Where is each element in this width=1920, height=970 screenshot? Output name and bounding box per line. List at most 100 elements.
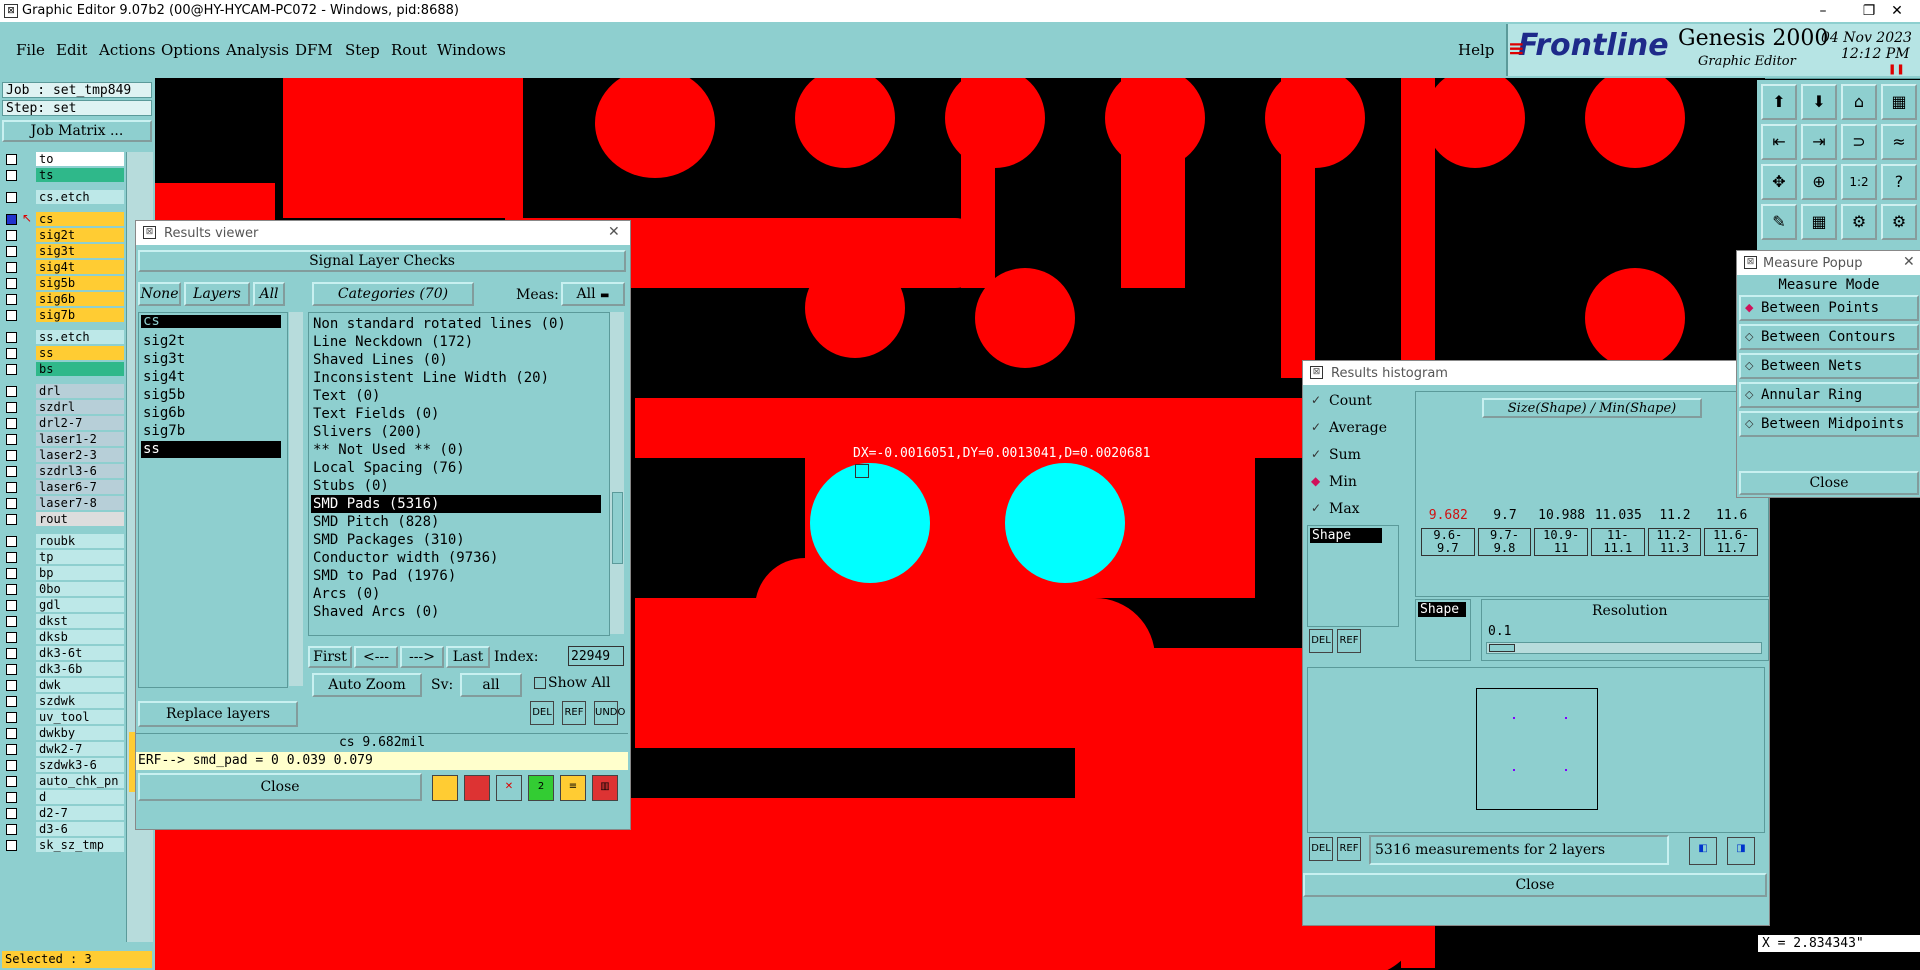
shape-select[interactable]: Shape: [1415, 599, 1471, 661]
layer-name[interactable]: gdl: [36, 598, 124, 612]
layer-row[interactable]: ss.etch: [2, 330, 124, 345]
list-icon[interactable]: ≡: [560, 775, 586, 801]
all-button[interactable]: All: [253, 282, 285, 306]
category-item[interactable]: Text Fields (0): [311, 405, 601, 423]
histogram-option[interactable]: ✓ Sum: [1307, 445, 1407, 467]
layer-checkbox[interactable]: [6, 696, 17, 707]
layers-button[interactable]: Layers: [184, 282, 250, 306]
close-icon[interactable]: ✕: [1903, 254, 1915, 270]
layer-row[interactable]: sk_sz_tmp: [2, 838, 124, 853]
layer-row[interactable]: szdrl3-6: [2, 464, 124, 479]
histogram-option[interactable]: ✓ Max: [1307, 499, 1407, 521]
bin-range[interactable]: 9.6- 9.7: [1421, 528, 1475, 556]
layer-checkbox[interactable]: [6, 792, 17, 803]
prev-button[interactable]: <---: [354, 646, 398, 668]
layer-list[interactable]: to ts cs.etch ↖ cs sig2t sig3t sig4t sig5b sig6b s…: [2, 152, 124, 942]
layer-checkbox[interactable]: [6, 712, 17, 723]
layer-checkbox[interactable]: [6, 600, 17, 611]
replace-layers-select[interactable]: Replace layers: [138, 701, 298, 727]
layer-checkbox[interactable]: [6, 278, 17, 289]
layer-row[interactable]: bp: [2, 566, 124, 581]
layer-name[interactable]: uv_tool: [36, 710, 124, 724]
layer-name[interactable]: roubk: [36, 534, 124, 548]
radio-checked-icon[interactable]: ◆: [1311, 474, 1320, 488]
layer-name[interactable]: laser7-8: [36, 496, 124, 510]
view-tool-button[interactable]: ⌂: [1841, 84, 1877, 120]
layer-row[interactable]: sig6b: [2, 292, 124, 307]
layer-row[interactable]: szdwk: [2, 694, 124, 709]
import-icon[interactable]: ◨: [1727, 837, 1755, 865]
shape-list[interactable]: Shape: [1307, 525, 1399, 627]
results-layer-item[interactable]: sig4t: [141, 369, 281, 386]
layer-row[interactable]: laser1-2: [2, 432, 124, 447]
layer-row[interactable]: sig4t: [2, 260, 124, 275]
results-layer-item[interactable]: sig5b: [141, 387, 281, 404]
view-tool-button[interactable]: ⬆: [1761, 84, 1797, 120]
checkmark-icon[interactable]: ✓: [1311, 447, 1321, 461]
cross-icon[interactable]: ✕: [496, 775, 522, 801]
layer-row[interactable]: auto_chk_pn: [2, 774, 124, 789]
layer-row[interactable]: sig2t: [2, 228, 124, 243]
layer-list-scrollbar[interactable]: [289, 312, 303, 686]
menu-edit[interactable]: Edit: [56, 41, 87, 59]
layer-checkbox[interactable]: [6, 364, 17, 375]
menu-rout[interactable]: Rout: [391, 41, 427, 59]
sv-select[interactable]: all: [460, 673, 522, 697]
histogram-option[interactable]: ✓ Average: [1307, 418, 1407, 440]
layer-name[interactable]: ss.etch: [36, 330, 124, 344]
layer-name[interactable]: d3-6: [36, 822, 124, 836]
close-button[interactable]: Close: [138, 773, 422, 801]
results-layer-item[interactable]: ss: [141, 441, 281, 458]
layer-row[interactable]: d3-6: [2, 822, 124, 837]
category-item[interactable]: Stubs (0): [311, 477, 601, 495]
auto-zoom-select[interactable]: Auto Zoom: [312, 673, 422, 697]
layer-checkbox[interactable]: [6, 466, 17, 477]
category-item[interactable]: SMD to Pad (1976): [311, 567, 601, 585]
layer-checkbox[interactable]: [6, 616, 17, 627]
menu-windows[interactable]: Windows: [437, 41, 506, 59]
menu-file[interactable]: File: [16, 41, 45, 59]
layer-row[interactable]: cs.etch: [2, 190, 124, 205]
layer-name[interactable]: d: [36, 790, 124, 804]
del-icon[interactable]: DEL: [1309, 837, 1333, 861]
results-layer-item[interactable]: sig2t: [141, 333, 281, 350]
results-layer-item[interactable]: sig6b: [141, 405, 281, 422]
category-item[interactable]: Shaved Arcs (0): [311, 603, 601, 621]
layer-row[interactable]: to: [2, 152, 124, 167]
layer-checkbox[interactable]: [6, 418, 17, 429]
layer-row[interactable]: sig5b: [2, 276, 124, 291]
view-tool-button[interactable]: ✥: [1761, 164, 1797, 200]
histogram-icon[interactable]: [432, 775, 458, 801]
layer-checkbox[interactable]: [6, 192, 17, 203]
layer-checkbox[interactable]: [6, 728, 17, 739]
first-button[interactable]: First: [308, 646, 352, 668]
layer-checkbox[interactable]: [6, 648, 17, 659]
layer-checkbox[interactable]: [6, 632, 17, 643]
menu-help[interactable]: Help: [1458, 41, 1494, 59]
layer-name[interactable]: bp: [36, 566, 124, 580]
measure-mode-option[interactable]: ◇ Annular Ring: [1739, 382, 1919, 408]
bin-range[interactable]: 9.7- 9.8: [1477, 528, 1532, 556]
show-all-checkbox[interactable]: [534, 677, 546, 689]
category-list[interactable]: Non standard rotated lines (0) Line Neckd…: [308, 312, 610, 636]
minimize-button[interactable]: –: [1800, 0, 1846, 22]
layer-checkbox[interactable]: [6, 214, 17, 225]
layer-checkbox[interactable]: [6, 262, 17, 273]
layer-row[interactable]: laser2-3: [2, 448, 124, 463]
close-button[interactable]: ✕: [1874, 0, 1920, 22]
menu-step[interactable]: Step: [345, 41, 380, 59]
layer-row[interactable]: rout: [2, 512, 124, 527]
menu-analysis[interactable]: Analysis: [226, 41, 289, 59]
layer-checkbox[interactable]: [6, 840, 17, 851]
layer-checkbox[interactable]: [6, 230, 17, 241]
flag-icon[interactable]: [464, 775, 490, 801]
layer-checkbox[interactable]: [6, 310, 17, 321]
view-tool-button[interactable]: 1:2: [1841, 164, 1877, 200]
category-item[interactable]: Line Neckdown (172): [311, 333, 601, 351]
checkmark-icon[interactable]: ✓: [1311, 501, 1321, 515]
category-item[interactable]: SMD Pads (5316): [311, 495, 601, 513]
meas-select[interactable]: All ▬: [561, 282, 625, 306]
layer-name[interactable]: ss: [36, 346, 124, 360]
layer-name[interactable]: laser1-2: [36, 432, 124, 446]
category-item[interactable]: Shaved Lines (0): [311, 351, 601, 369]
